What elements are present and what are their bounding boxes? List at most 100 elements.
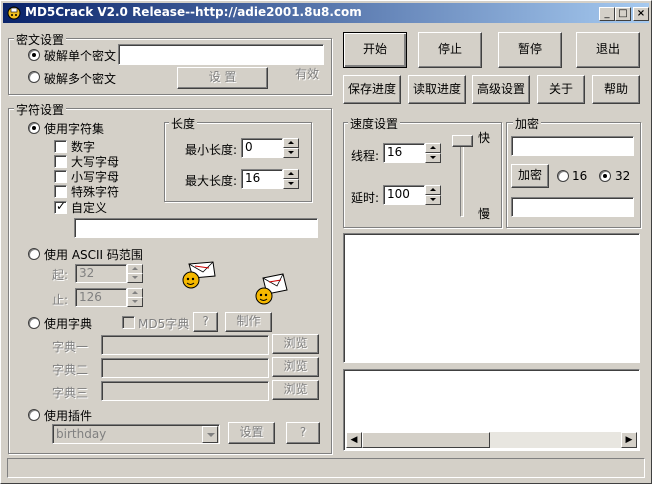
dict1-label: 字典一 xyxy=(52,340,89,354)
mascot-letter-icon xyxy=(181,260,217,292)
valid-label: 有效 xyxy=(295,67,320,81)
encrypt-output[interactable] xyxy=(511,197,634,217)
encrypt-32-radio[interactable] xyxy=(599,170,611,182)
result-output-panel[interactable] xyxy=(343,233,640,363)
window-title: MD5Crack V2.0 Release--http://adie2001.8… xyxy=(25,5,362,19)
uppercase-checkbox[interactable] xyxy=(54,155,67,168)
use-charset-radio[interactable] xyxy=(28,122,40,134)
maximize-button[interactable]: □ xyxy=(615,7,631,21)
encrypt-32-label: 32 xyxy=(615,169,631,183)
spin-down-icon[interactable] xyxy=(425,153,441,163)
multi-cipher-label: 破解多个密文 xyxy=(44,72,117,86)
threads-input[interactable]: 16 xyxy=(383,143,425,163)
dict3-browse-button[interactable]: 浏览 xyxy=(272,380,319,400)
delay-label: 延时: xyxy=(351,191,380,205)
spin-up-icon[interactable] xyxy=(283,138,299,148)
plugin-select-value: birthday xyxy=(56,427,107,441)
horizontal-scrollbar[interactable]: ◀ ▶ xyxy=(346,432,637,448)
ascii-range-radio[interactable] xyxy=(28,248,40,260)
spin-up-icon[interactable] xyxy=(425,143,441,153)
digits-checkbox[interactable] xyxy=(54,140,67,153)
special-chars-label: 特殊字符 xyxy=(71,185,120,199)
md5-dict-checkbox[interactable] xyxy=(122,316,135,329)
special-chars-checkbox[interactable] xyxy=(54,185,67,198)
md5-dict-label: MD5字典 xyxy=(138,317,190,331)
encrypt-16-label: 16 xyxy=(572,169,588,183)
threads-spinner[interactable] xyxy=(425,143,441,163)
cipher-setup-button[interactable]: 设 置 xyxy=(177,67,268,89)
encrypt-button[interactable]: 加密 xyxy=(511,164,549,188)
ascii-start-input[interactable]: 32 xyxy=(75,264,127,283)
log-output-panel[interactable]: ◀ ▶ xyxy=(343,369,640,451)
dict1-input[interactable] xyxy=(101,335,269,355)
close-button[interactable]: × xyxy=(633,7,649,21)
cipher-group-title: 密文设置 xyxy=(14,31,67,48)
lowercase-checkbox[interactable] xyxy=(54,170,67,183)
advanced-settings-button[interactable]: 高级设置 xyxy=(472,75,530,104)
scroll-right-icon[interactable]: ▶ xyxy=(621,432,637,448)
dict1-browse-button[interactable]: 浏览 xyxy=(272,334,319,354)
dict-help-button[interactable]: ? xyxy=(193,312,218,332)
spin-up-icon[interactable] xyxy=(425,185,441,195)
encrypt-16-radio[interactable] xyxy=(557,170,569,182)
chevron-down-icon[interactable] xyxy=(202,426,218,443)
minimize-button[interactable]: _ xyxy=(599,7,615,21)
stop-button[interactable]: 停止 xyxy=(418,32,482,68)
fast-label: 快 xyxy=(478,131,491,145)
max-length-spinner[interactable] xyxy=(283,169,299,189)
start-button[interactable]: 开始 xyxy=(343,32,407,68)
multi-cipher-radio[interactable] xyxy=(28,71,40,83)
plugin-help-button[interactable]: ? xyxy=(286,422,320,444)
spin-up-icon[interactable] xyxy=(283,169,299,179)
scroll-left-icon[interactable]: ◀ xyxy=(346,432,362,448)
scroll-thumb[interactable] xyxy=(362,432,490,448)
min-length-input[interactable]: 0 xyxy=(241,138,283,158)
use-plugin-radio[interactable] xyxy=(28,409,40,421)
ascii-end-spinner[interactable] xyxy=(127,288,143,307)
save-progress-button[interactable]: 保存进度 xyxy=(343,75,401,104)
spin-down-icon[interactable] xyxy=(283,179,299,189)
use-dict-radio[interactable] xyxy=(28,317,40,329)
min-length-spinner[interactable] xyxy=(283,138,299,158)
ascii-end-label: 止: xyxy=(52,293,69,307)
spin-down-icon[interactable] xyxy=(127,273,143,283)
slow-label: 慢 xyxy=(478,207,491,221)
spin-down-icon[interactable] xyxy=(425,195,441,205)
ascii-end-input[interactable]: 126 xyxy=(75,288,127,307)
delay-spinner[interactable] xyxy=(425,185,441,205)
custom-charset-input[interactable] xyxy=(74,218,318,238)
charset-group-title: 字符设置 xyxy=(14,101,67,118)
dict2-browse-button[interactable]: 浏览 xyxy=(272,357,319,377)
plugin-select[interactable]: birthday xyxy=(52,424,220,444)
plugin-setup-button[interactable]: 设置 xyxy=(228,422,275,444)
length-group-title: 长度 xyxy=(169,115,198,132)
custom-label: 自定义 xyxy=(71,201,108,215)
dict3-input[interactable] xyxy=(101,381,269,401)
delay-input[interactable]: 100 xyxy=(383,185,425,205)
app-icon xyxy=(6,5,22,21)
ascii-start-spinner[interactable] xyxy=(127,264,143,283)
status-bar xyxy=(7,458,645,478)
max-length-input[interactable]: 16 xyxy=(241,169,283,189)
load-progress-button[interactable]: 读取进度 xyxy=(408,75,466,104)
dict2-input[interactable] xyxy=(101,358,269,378)
spin-down-icon[interactable] xyxy=(127,297,143,307)
dict-make-button[interactable]: 制作 xyxy=(225,312,272,332)
help-button[interactable]: 帮助 xyxy=(592,75,640,104)
speed-slider-thumb[interactable] xyxy=(452,135,473,147)
spin-down-icon[interactable] xyxy=(283,148,299,158)
encrypt-group-title: 加密 xyxy=(513,115,542,132)
ascii-start-label: 起: xyxy=(52,268,69,282)
custom-checkbox[interactable]: ✓ xyxy=(54,199,67,214)
about-button[interactable]: 关于 xyxy=(537,75,585,104)
encrypt-input[interactable] xyxy=(511,136,634,156)
use-dict-label: 使用字典 xyxy=(44,317,93,331)
single-cipher-label: 破解单个密文 xyxy=(44,49,117,63)
speed-slider-track[interactable] xyxy=(460,135,464,217)
single-cipher-radio[interactable] xyxy=(28,49,40,61)
single-cipher-input[interactable] xyxy=(118,44,324,65)
title-bar[interactable]: MD5Crack V2.0 Release--http://adie2001.8… xyxy=(3,3,649,23)
length-group xyxy=(164,122,312,202)
pause-button[interactable]: 暂停 xyxy=(498,32,562,68)
exit-button[interactable]: 退出 xyxy=(576,32,640,68)
